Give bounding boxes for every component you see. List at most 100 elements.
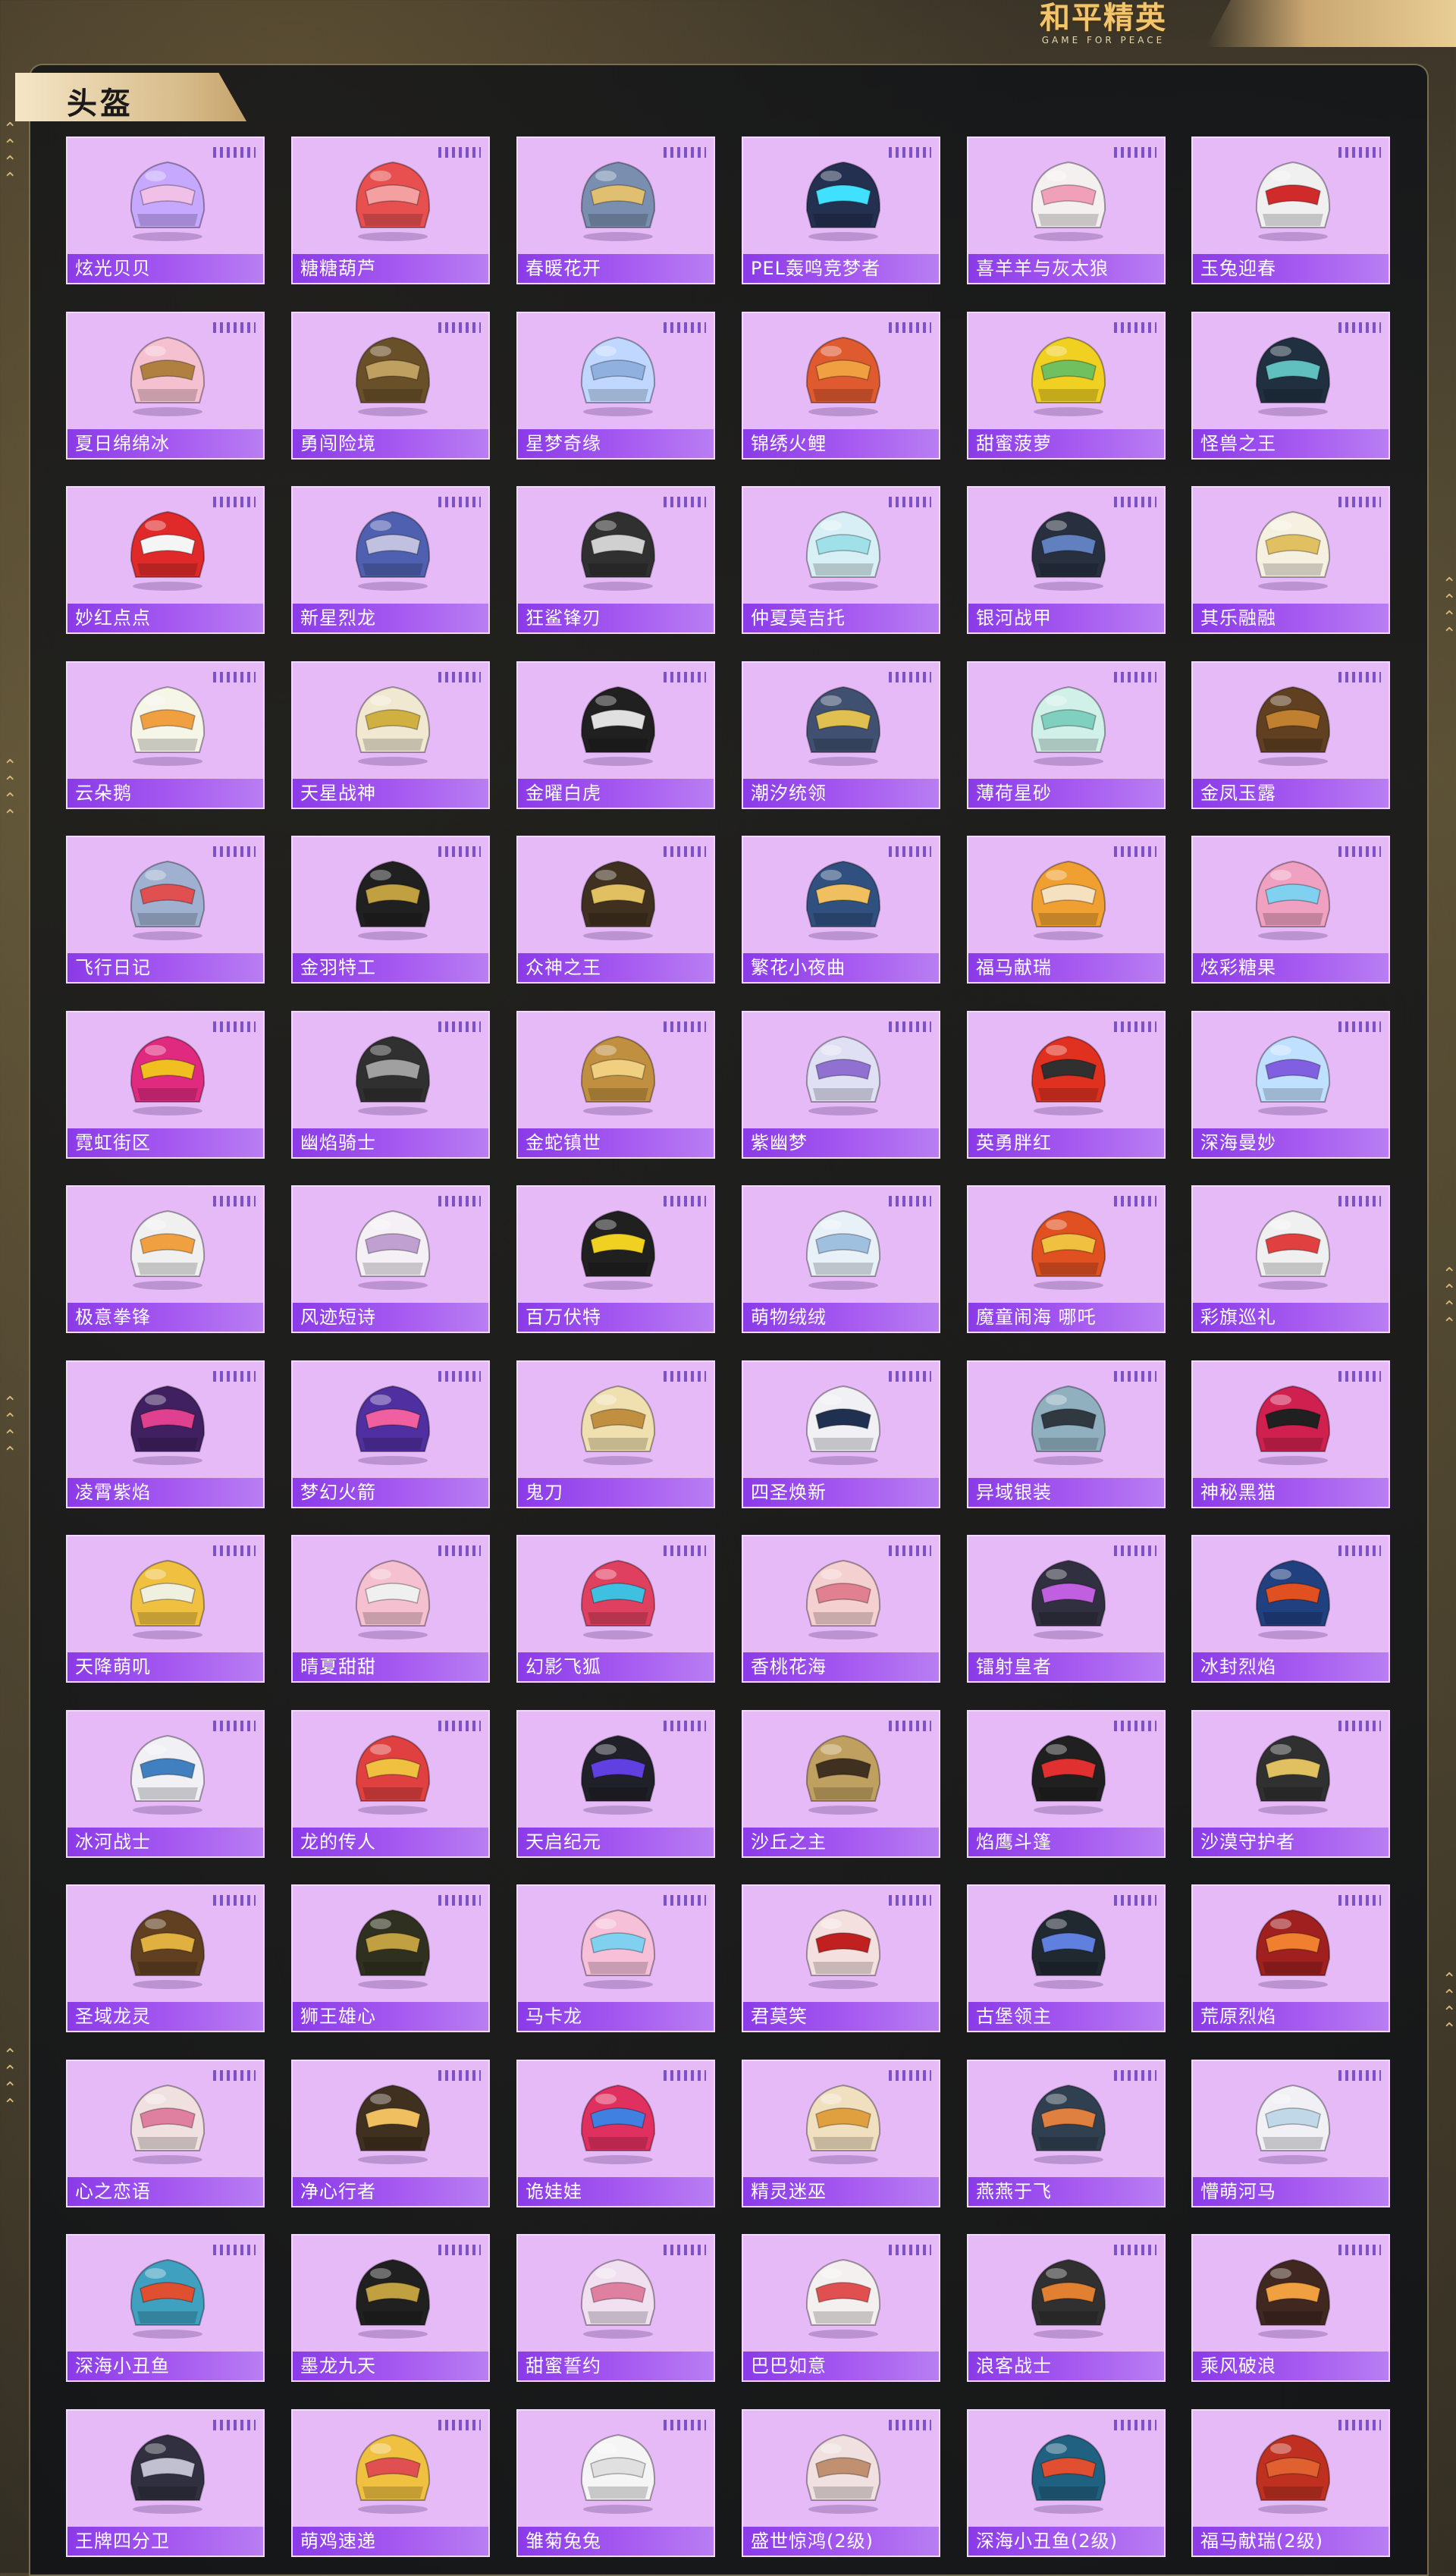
helmet-card[interactable]: 君莫笑 bbox=[742, 1884, 940, 2032]
helmet-card[interactable]: 凌霄紫焰 bbox=[66, 1360, 265, 1508]
helmet-card[interactable]: 极意拳锋 bbox=[66, 1185, 265, 1333]
card-stripes-decoration bbox=[664, 1371, 706, 1382]
helmet-card[interactable]: 龙的传人 bbox=[291, 1710, 490, 1858]
helmet-card[interactable]: 飞行日记 bbox=[66, 836, 265, 984]
card-stripes-decoration bbox=[438, 1895, 481, 1906]
helmet-card[interactable]: 甜蜜誓约 bbox=[516, 2234, 715, 2382]
helmet-card[interactable]: 萌鸡速递 bbox=[291, 2409, 490, 2557]
helmet-card[interactable]: 勇闯险境 bbox=[291, 312, 490, 460]
helmet-card[interactable]: 乘风破浪 bbox=[1191, 2234, 1390, 2382]
helmet-card[interactable]: 潮汐统领 bbox=[742, 661, 940, 809]
helmet-card[interactable]: 春暖花开 bbox=[516, 136, 715, 284]
helmet-card[interactable]: 鬼刀 bbox=[516, 1360, 715, 1508]
helmet-card[interactable]: 福马献瑞 bbox=[967, 836, 1166, 984]
helmet-card[interactable]: 狮王雄心 bbox=[291, 1884, 490, 2032]
card-stripes-decoration bbox=[889, 1021, 931, 1032]
helmet-card[interactable]: 金凤玉露 bbox=[1191, 661, 1390, 809]
helmet-card[interactable]: 众神之王 bbox=[516, 836, 715, 984]
helmet-card[interactable]: 魔童闹海 哪吒 bbox=[967, 1185, 1166, 1333]
helmet-card[interactable]: 喜羊羊与灰太狼 bbox=[967, 136, 1166, 284]
helmet-card[interactable]: 百万伏特 bbox=[516, 1185, 715, 1333]
helmet-card[interactable]: 懵萌河马 bbox=[1191, 2060, 1390, 2207]
helmet-card[interactable]: 彩旗巡礼 bbox=[1191, 1185, 1390, 1333]
helmet-card[interactable]: 幽焰骑士 bbox=[291, 1011, 490, 1159]
helmet-card[interactable]: 新星烈龙 bbox=[291, 486, 490, 634]
helmet-name: 风迹短诗 bbox=[300, 1307, 376, 1328]
helmet-card[interactable]: PEL轰鸣竞梦者 bbox=[742, 136, 940, 284]
helmet-card[interactable]: 四圣焕新 bbox=[742, 1360, 940, 1508]
helmet-card[interactable]: 梦幻火箭 bbox=[291, 1360, 490, 1508]
helmet-card[interactable]: 沙丘之主 bbox=[742, 1710, 940, 1858]
helmet-card[interactable]: 深海小丑鱼(2级) bbox=[967, 2409, 1166, 2557]
helmet-icon bbox=[580, 1210, 656, 1290]
helmet-card[interactable]: 薄荷星砂 bbox=[967, 661, 1166, 809]
helmet-card[interactable]: 狂鲨锋刃 bbox=[516, 486, 715, 634]
helmet-name: 夏日绵绵冰 bbox=[75, 433, 170, 454]
helmet-card[interactable]: 香桃花海 bbox=[742, 1535, 940, 1683]
helmet-card[interactable]: 天降萌叽 bbox=[66, 1535, 265, 1683]
helmet-card[interactable]: 金蛇镇世 bbox=[516, 1011, 715, 1159]
helmet-card[interactable]: 晴夏甜甜 bbox=[291, 1535, 490, 1683]
helmet-card[interactable]: 银河战甲 bbox=[967, 486, 1166, 634]
helmet-card[interactable]: 炫光贝贝 bbox=[66, 136, 265, 284]
helmet-card[interactable]: 金羽特工 bbox=[291, 836, 490, 984]
helmet-card[interactable]: 荒原烈焰 bbox=[1191, 1884, 1390, 2032]
card-stripes-decoration bbox=[889, 497, 931, 507]
helmet-card[interactable]: 怪兽之王 bbox=[1191, 312, 1390, 460]
helmet-card[interactable]: 盛世惊鸿(2级) bbox=[742, 2409, 940, 2557]
helmet-name-bar: 甜蜜誓约 bbox=[518, 2352, 714, 2380]
helmet-card[interactable]: 天星战神 bbox=[291, 661, 490, 809]
helmet-card[interactable]: 星梦奇缘 bbox=[516, 312, 715, 460]
helmet-name: PEL轰鸣竞梦者 bbox=[751, 258, 881, 279]
helmet-card[interactable]: 异域银装 bbox=[967, 1360, 1166, 1508]
helmet-card[interactable]: 燕燕于飞 bbox=[967, 2060, 1166, 2207]
helmet-card[interactable]: 英勇胖红 bbox=[967, 1011, 1166, 1159]
helmet-card[interactable]: 炫彩糖果 bbox=[1191, 836, 1390, 984]
helmet-card[interactable]: 古堡领主 bbox=[967, 1884, 1166, 2032]
helmet-card[interactable]: 墨龙九天 bbox=[291, 2234, 490, 2382]
helmet-card[interactable]: 巴巴如意 bbox=[742, 2234, 940, 2382]
helmet-card[interactable]: 净心行者 bbox=[291, 2060, 490, 2207]
helmet-card[interactable]: 金曜白虎 bbox=[516, 661, 715, 809]
helmet-card[interactable]: 风迹短诗 bbox=[291, 1185, 490, 1333]
helmet-card[interactable]: 仲夏莫吉托 bbox=[742, 486, 940, 634]
helmet-card[interactable]: 夏日绵绵冰 bbox=[66, 312, 265, 460]
helmet-card[interactable]: 马卡龙 bbox=[516, 1884, 715, 2032]
helmet-card[interactable]: 精灵迷巫 bbox=[742, 2060, 940, 2207]
helmet-card[interactable]: 锦绣火鲤 bbox=[742, 312, 940, 460]
helmet-card[interactable]: 妙红点点 bbox=[66, 486, 265, 634]
helmet-card[interactable]: 心之恋语 bbox=[66, 2060, 265, 2207]
helmet-card[interactable]: 幻影飞狐 bbox=[516, 1535, 715, 1683]
helmet-card[interactable]: 福马献瑞(2级) bbox=[1191, 2409, 1390, 2557]
helmet-card[interactable]: 诡娃娃 bbox=[516, 2060, 715, 2207]
helmet-name: 冰河战士 bbox=[75, 1831, 151, 1853]
helmet-card[interactable]: 萌物绒绒 bbox=[742, 1185, 940, 1333]
helmet-card[interactable]: 繁花小夜曲 bbox=[742, 836, 940, 984]
helmet-icon bbox=[1031, 2084, 1106, 2164]
helmet-card[interactable]: 甜蜜菠萝 bbox=[967, 312, 1166, 460]
helmet-card[interactable]: 天启纪元 bbox=[516, 1710, 715, 1858]
card-stripes-decoration bbox=[1338, 147, 1381, 158]
helmet-name-bar: 冰封烈焰 bbox=[1193, 1652, 1389, 1681]
helmet-card[interactable]: 玉兔迎春 bbox=[1191, 136, 1390, 284]
helmet-name: 勇闯险境 bbox=[300, 433, 376, 454]
helmet-card[interactable]: 紫幽梦 bbox=[742, 1011, 940, 1159]
helmet-card[interactable]: 浪客战士 bbox=[967, 2234, 1166, 2382]
helmet-card[interactable]: 雏菊兔兔 bbox=[516, 2409, 715, 2557]
helmet-card[interactable]: 云朵鹅 bbox=[66, 661, 265, 809]
helmet-card[interactable]: 王牌四分卫 bbox=[66, 2409, 265, 2557]
helmet-icon bbox=[355, 1035, 431, 1115]
helmet-card[interactable]: 沙漠守护者 bbox=[1191, 1710, 1390, 1858]
helmet-card[interactable]: 冰河战士 bbox=[66, 1710, 265, 1858]
helmet-card[interactable]: 神秘黑猫 bbox=[1191, 1360, 1390, 1508]
helmet-card[interactable]: 深海曼妙 bbox=[1191, 1011, 1390, 1159]
helmet-card[interactable]: 圣域龙灵 bbox=[66, 1884, 265, 2032]
helmet-card[interactable]: 焰鹰斗篷 bbox=[967, 1710, 1166, 1858]
helmet-card[interactable]: 糖糖葫芦 bbox=[291, 136, 490, 284]
helmet-card[interactable]: 其乐融融 bbox=[1191, 486, 1390, 634]
helmet-card[interactable]: 镭射皇者 bbox=[967, 1535, 1166, 1683]
card-stripes-decoration bbox=[438, 147, 481, 158]
helmet-card[interactable]: 深海小丑鱼 bbox=[66, 2234, 265, 2382]
helmet-card[interactable]: 霓虹街区 bbox=[66, 1011, 265, 1159]
helmet-card[interactable]: 冰封烈焰 bbox=[1191, 1535, 1390, 1683]
